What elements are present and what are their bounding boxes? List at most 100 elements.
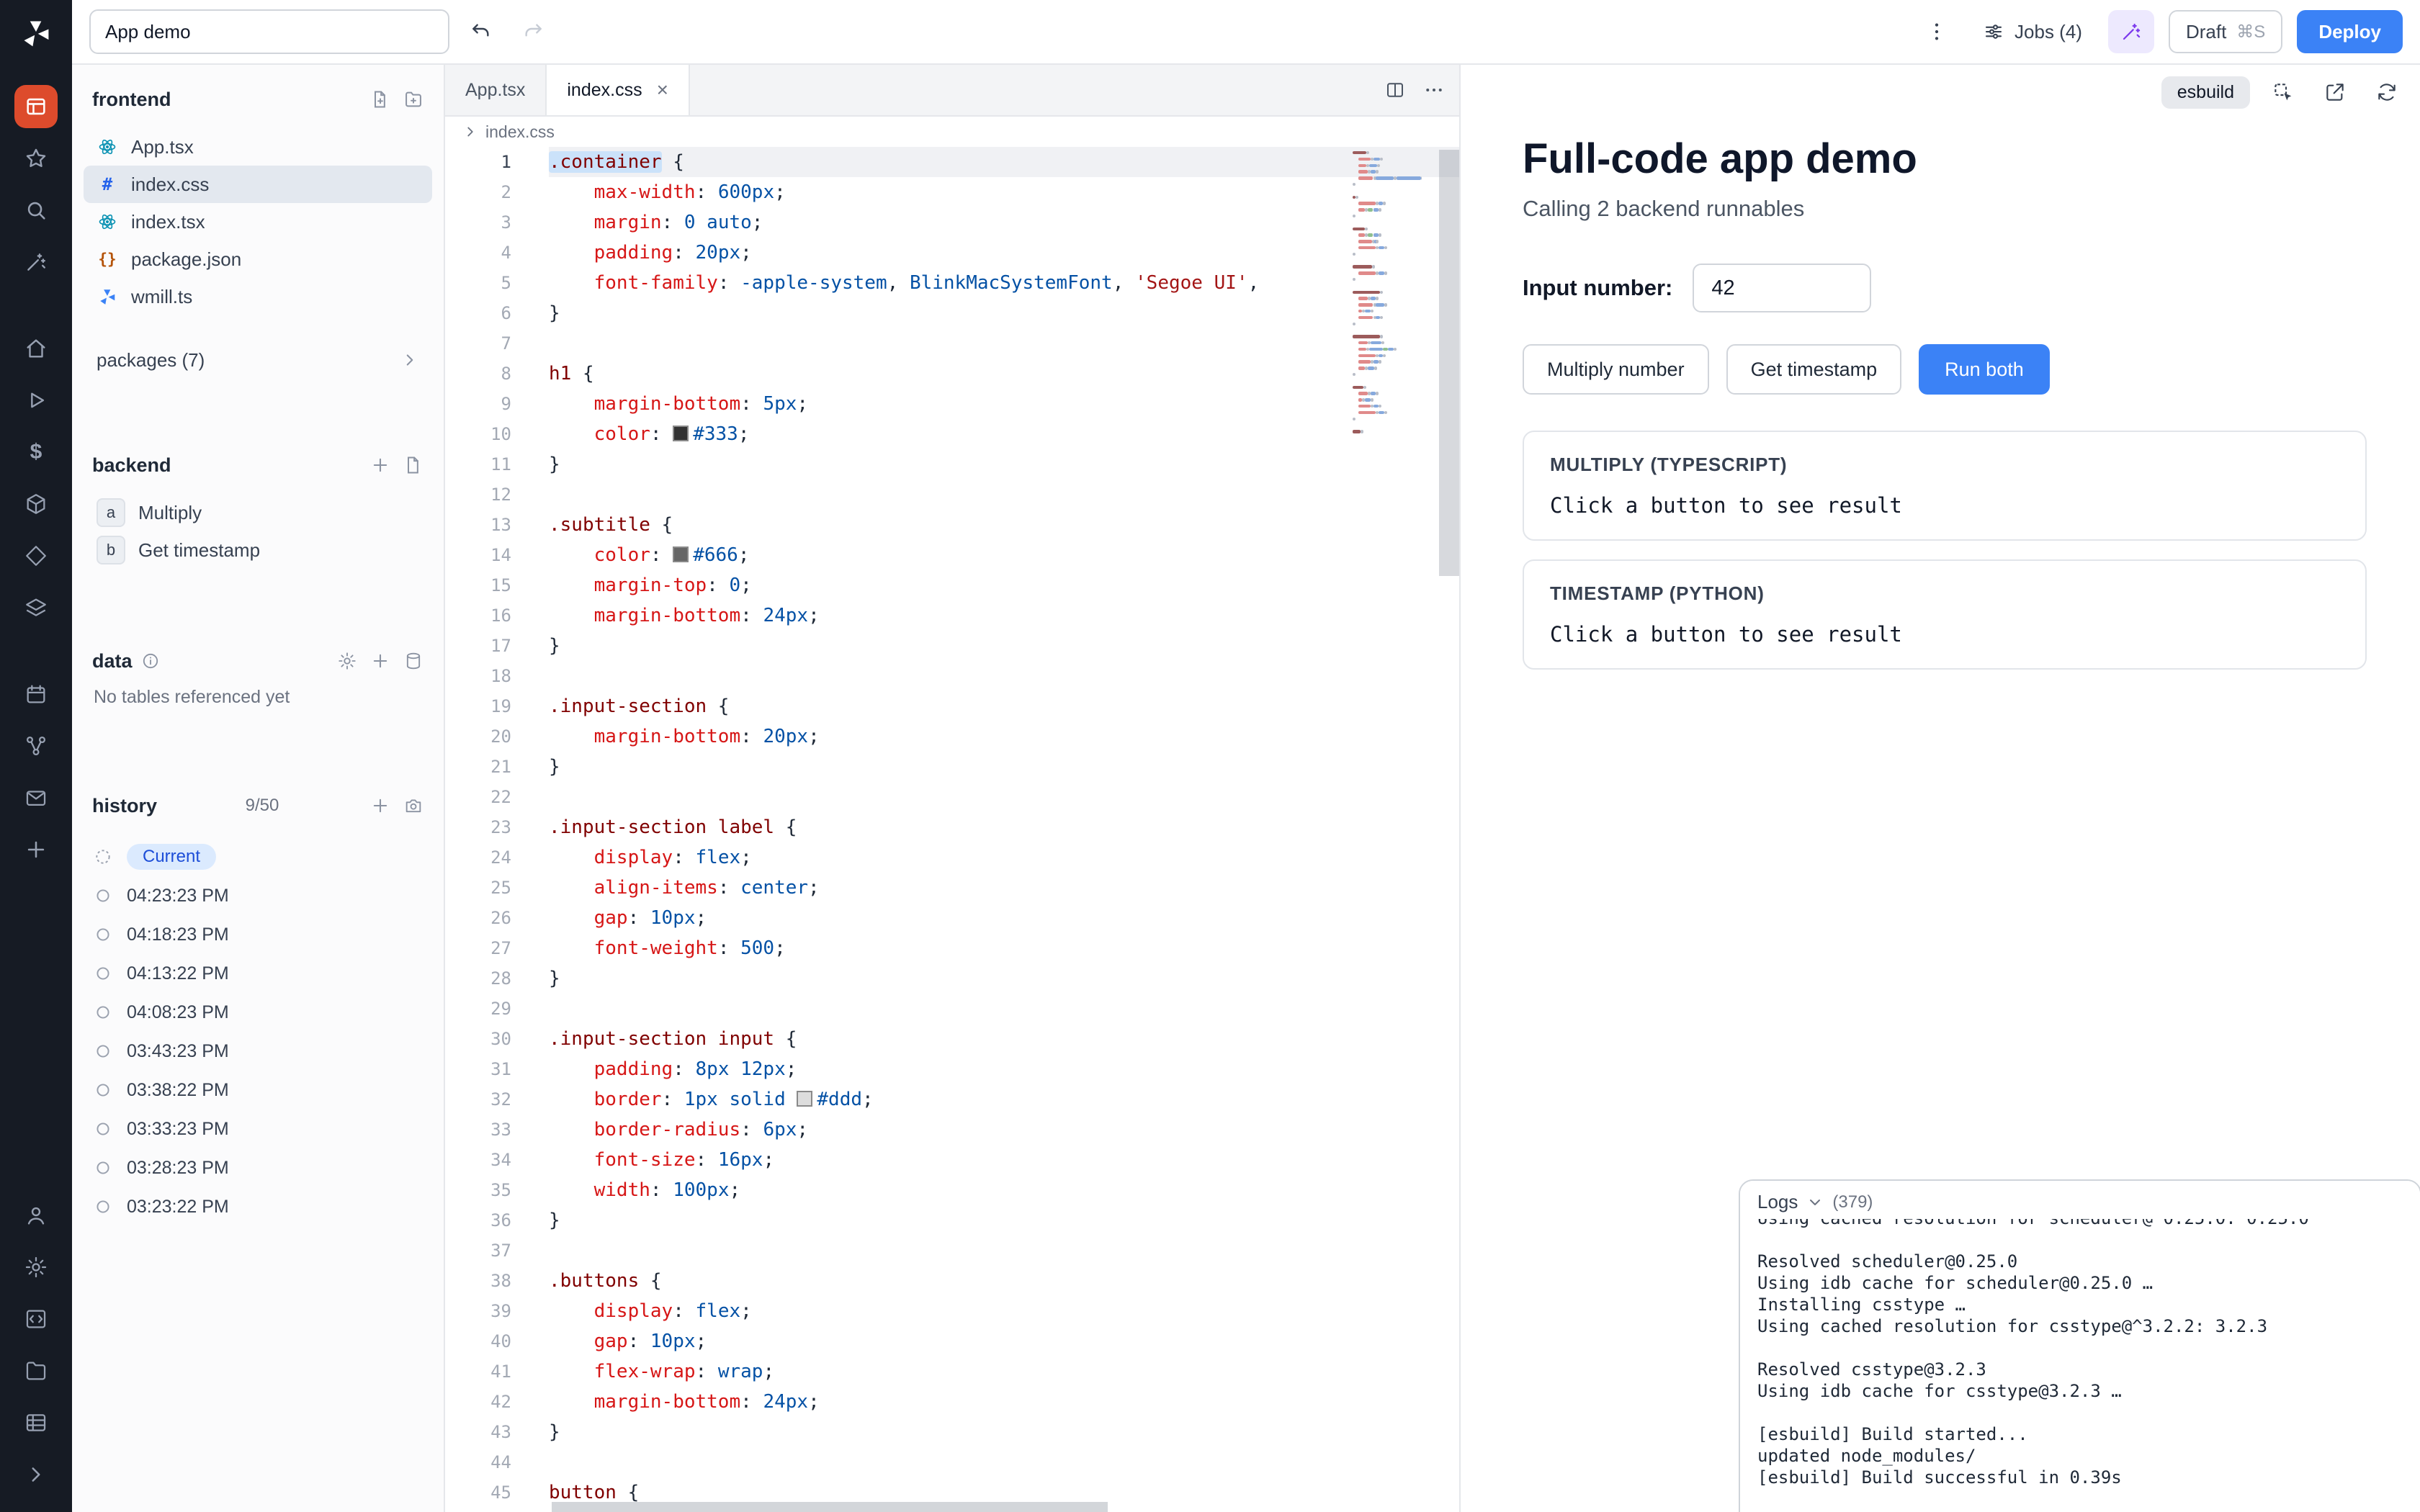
code-line[interactable]: 29	[445, 994, 1459, 1024]
deploy-button[interactable]: Deploy	[2297, 10, 2403, 53]
code-line[interactable]: 2 max-width: 600px;	[445, 177, 1459, 207]
history-entry[interactable]: 03:33:23 PM	[81, 1110, 435, 1148]
code-line[interactable]: 39 display: flex;	[445, 1296, 1459, 1326]
code-line[interactable]: 6}	[445, 298, 1459, 328]
code-line[interactable]: 33 border-radius: 6px;	[445, 1115, 1459, 1145]
code-line[interactable]: 8h1 {	[445, 359, 1459, 389]
apps-icon[interactable]	[14, 85, 58, 128]
sidebar-file-index.css[interactable]: #index.css	[84, 166, 432, 203]
add-snapshot-plus-icon[interactable]	[370, 796, 390, 816]
code-line[interactable]: 22	[445, 782, 1459, 812]
home-icon[interactable]	[14, 327, 58, 370]
history-entry[interactable]: 03:23:22 PM	[81, 1187, 435, 1226]
new-folder-icon[interactable]	[403, 89, 424, 109]
history-entry[interactable]: 04:13:22 PM	[81, 954, 435, 993]
undo-icon[interactable]	[461, 12, 501, 52]
history-current-row[interactable]: Current	[81, 837, 435, 876]
data-settings-gear-icon[interactable]	[337, 651, 357, 671]
code-line[interactable]: 36}	[445, 1205, 1459, 1236]
search-icon[interactable]	[14, 189, 58, 232]
code-area[interactable]: 1.container {2 max-width: 600px;3 margin…	[445, 147, 1459, 1512]
run-both-button[interactable]: Run both	[1919, 344, 2050, 395]
user-icon[interactable]	[14, 1194, 58, 1237]
ai-wand-button[interactable]	[2108, 10, 2154, 53]
code-line[interactable]: 13.subtitle {	[445, 510, 1459, 540]
sidebar-file-App.tsx[interactable]: App.tsx	[84, 128, 432, 166]
code-line[interactable]: 23.input-section label {	[445, 812, 1459, 842]
multiply-number-button[interactable]: Multiply number	[1523, 344, 1709, 395]
code-line[interactable]: 32 border: 1px solid #ddd;	[445, 1084, 1459, 1115]
code-line[interactable]: 35 width: 100px;	[445, 1175, 1459, 1205]
code-line[interactable]: 27 font-weight: 500;	[445, 933, 1459, 963]
open-external-icon[interactable]	[2316, 73, 2354, 111]
history-entry[interactable]: 04:23:23 PM	[81, 876, 435, 915]
code-line[interactable]: 44	[445, 1447, 1459, 1477]
runs-play-icon[interactable]	[14, 379, 58, 422]
history-entry[interactable]: 04:18:23 PM	[81, 915, 435, 954]
new-script-file-icon[interactable]	[403, 455, 424, 475]
code-line[interactable]: 41 flex-wrap: wrap;	[445, 1356, 1459, 1387]
code-line[interactable]: 20 margin-bottom: 20px;	[445, 721, 1459, 752]
history-entry[interactable]: 03:43:23 PM	[81, 1032, 435, 1071]
star-icon[interactable]	[14, 137, 58, 180]
database-icon[interactable]	[403, 651, 424, 671]
packages-row[interactable]: packages (7)	[84, 341, 432, 379]
mail-icon[interactable]	[14, 776, 58, 819]
redo-icon[interactable]	[513, 12, 553, 52]
code-line[interactable]: 15 margin-top: 0;	[445, 570, 1459, 600]
code-line[interactable]: 1.container {	[445, 147, 1459, 177]
get-timestamp-button[interactable]: Get timestamp	[1726, 344, 1902, 395]
code-line[interactable]: 16 margin-bottom: 24px;	[445, 600, 1459, 631]
flows-graph-icon[interactable]	[14, 724, 58, 768]
workers-cube-icon[interactable]	[14, 482, 58, 526]
dev-code-icon[interactable]	[14, 1297, 58, 1341]
code-line[interactable]: 9 margin-bottom: 5px;	[445, 389, 1459, 419]
history-entry[interactable]: 04:08:23 PM	[81, 993, 435, 1032]
code-line[interactable]: 26 gap: 10px;	[445, 903, 1459, 933]
code-line[interactable]: 10 color: #333;	[445, 419, 1459, 449]
history-entry[interactable]: 03:28:23 PM	[81, 1148, 435, 1187]
add-table-plus-icon[interactable]	[370, 651, 390, 671]
snapshot-camera-icon[interactable]	[403, 796, 424, 816]
close-tab-icon[interactable]: ×	[657, 80, 668, 100]
table-grid-icon[interactable]	[14, 1401, 58, 1444]
logs-header[interactable]: Logs (379)	[1740, 1181, 2420, 1219]
minimap[interactable]	[1353, 151, 1422, 1489]
editor-horizontal-scrollbar[interactable]	[552, 1502, 1108, 1512]
code-line[interactable]: 3 margin: 0 auto;	[445, 207, 1459, 238]
inspect-element-icon[interactable]	[2264, 73, 2302, 111]
code-line[interactable]: 4 padding: 20px;	[445, 238, 1459, 268]
code-line[interactable]: 40 gap: 10px;	[445, 1326, 1459, 1356]
tab-App.tsx[interactable]: App.tsx	[445, 65, 547, 115]
logs-output[interactable]: Using cached resolution for scheduler@^0…	[1740, 1207, 2420, 1512]
backend-runnable-multiply[interactable]: aMultiply	[84, 494, 432, 531]
editor-vertical-scrollbar[interactable]	[1439, 150, 1459, 576]
code-line[interactable]: 21}	[445, 752, 1459, 782]
code-line[interactable]: 34 font-size: 16px;	[445, 1145, 1459, 1175]
refresh-icon[interactable]	[2368, 73, 2406, 111]
sidebar-file-wmill.ts[interactable]: wmill.ts	[84, 278, 432, 315]
resources-layers-icon[interactable]	[14, 586, 58, 629]
number-input[interactable]	[1693, 264, 1871, 312]
code-line[interactable]: 18	[445, 661, 1459, 691]
code-line[interactable]: 31 padding: 8px 12px;	[445, 1054, 1459, 1084]
history-entry[interactable]: 03:38:22 PM	[81, 1071, 435, 1110]
schedules-calendar-icon[interactable]	[14, 672, 58, 716]
app-title-input[interactable]: App demo	[89, 9, 449, 54]
code-line[interactable]: 5 font-family: -apple-system, BlinkMacSy…	[445, 268, 1459, 298]
code-line[interactable]: 43}	[445, 1417, 1459, 1447]
add-plus-icon[interactable]	[14, 828, 58, 871]
more-options-icon[interactable]	[1423, 79, 1445, 101]
add-runnable-plus-icon[interactable]	[370, 455, 390, 475]
usage-dollar-icon[interactable]: $	[14, 431, 58, 474]
code-line[interactable]: 14 color: #666;	[445, 540, 1459, 570]
folders-icon[interactable]	[14, 1349, 58, 1392]
code-line[interactable]: 17}	[445, 631, 1459, 661]
code-line[interactable]: 37	[445, 1236, 1459, 1266]
code-line[interactable]: 12	[445, 480, 1459, 510]
expand-rail-chevron-icon[interactable]	[14, 1453, 58, 1496]
split-editor-icon[interactable]	[1384, 79, 1406, 101]
code-line[interactable]: 11}	[445, 449, 1459, 480]
draft-button[interactable]: Draft ⌘S	[2169, 10, 2282, 53]
tab-index.css[interactable]: index.css×	[547, 65, 690, 115]
